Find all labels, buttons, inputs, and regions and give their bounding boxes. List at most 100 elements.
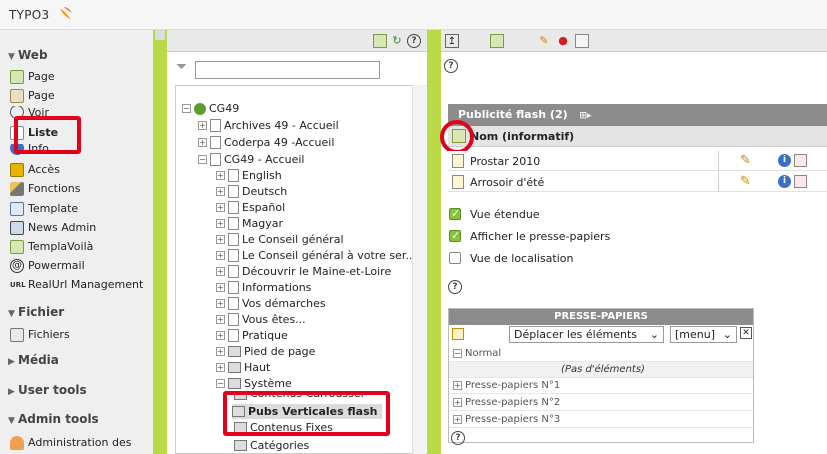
template-icon bbox=[10, 201, 24, 216]
edit-pencil-icon[interactable]: ✎ bbox=[740, 174, 751, 189]
history-icon[interactable] bbox=[794, 175, 807, 188]
table-row[interactable]: Arrosoir d'été ✎ i bbox=[448, 172, 827, 192]
column-header-title[interactable]: Nom (informatif) bbox=[470, 130, 574, 143]
tree-node[interactable]: + Vos démarches bbox=[216, 296, 326, 311]
localization-view-label[interactable]: Vue de localisation bbox=[470, 252, 574, 265]
info-icon[interactable]: i bbox=[778, 154, 791, 167]
clipboard-action-select[interactable]: Déplacer les éléments ⌄ bbox=[509, 326, 664, 343]
tree-node[interactable]: + Archives 49 - Accueil bbox=[198, 118, 339, 133]
tree-node[interactable]: + Vous êtes... bbox=[216, 312, 306, 327]
row-title[interactable]: Arrosoir d'été bbox=[470, 176, 544, 189]
clipboard-menu-select[interactable]: [menu] ⌄ bbox=[670, 326, 737, 343]
tree-node[interactable]: − Système bbox=[216, 376, 292, 391]
tree-node[interactable]: + Haut bbox=[216, 360, 270, 375]
menu-group-media[interactable]: ▶ Média bbox=[8, 353, 59, 367]
show-clipboard-checkbox[interactable] bbox=[449, 229, 461, 242]
refresh-icon[interactable]: ↻ bbox=[390, 34, 404, 48]
tree-node[interactable]: + Pied de page bbox=[216, 344, 315, 359]
menu-group-user-tools[interactable]: ▶ User tools bbox=[8, 383, 87, 397]
new-page-icon[interactable] bbox=[373, 34, 387, 48]
tree-node[interactable]: + Magyar bbox=[216, 216, 283, 231]
tree-node[interactable]: + Español bbox=[216, 200, 285, 215]
menu-group-file[interactable]: ▼ Fichier bbox=[8, 305, 64, 319]
content-divider-scrollbar[interactable] bbox=[427, 30, 441, 454]
record-icon bbox=[452, 154, 464, 168]
filter-icon[interactable]: ⏷ bbox=[176, 59, 187, 75]
export-icon[interactable] bbox=[575, 34, 589, 48]
tree-node[interactable]: + Le Conseil général bbox=[216, 232, 344, 247]
tree-node[interactable]: + Le Conseil général à votre ser... bbox=[216, 248, 416, 263]
module-templavoila[interactable]: TemplaVoilà bbox=[10, 238, 93, 255]
tree-node[interactable]: + Deutsch bbox=[216, 184, 287, 199]
edit-pencil-icon[interactable]: ✎ bbox=[740, 153, 751, 168]
url-icon: URL bbox=[10, 280, 26, 289]
clipboard-pad-2[interactable]: + Presse-papiers N°2 bbox=[449, 395, 753, 411]
help-icon[interactable]: ? bbox=[448, 280, 462, 294]
edit-pencil-icon[interactable]: ✎ bbox=[537, 34, 551, 48]
clipboard-pad-1[interactable]: + Presse-papiers N°1 bbox=[449, 378, 753, 394]
help-icon[interactable]: ? bbox=[444, 59, 458, 73]
folder-icon bbox=[228, 378, 241, 389]
module-realurl[interactable]: URL RealUrl Management bbox=[10, 276, 143, 293]
module-news-admin[interactable]: News Admin bbox=[10, 219, 96, 236]
tree-node[interactable]: − CG49 - Accueil bbox=[198, 152, 304, 167]
clipboard-list-icon[interactable] bbox=[452, 328, 464, 340]
delete-icon[interactable]: ● bbox=[556, 34, 570, 48]
page-icon bbox=[210, 119, 221, 132]
info-icon[interactable]: i bbox=[778, 175, 791, 188]
folder-icon bbox=[234, 440, 247, 451]
up-level-icon[interactable]: ↥ bbox=[445, 34, 459, 48]
module-menu: ▼ Web Page Page Voir Liste Info Accès Fon… bbox=[0, 30, 155, 454]
clipboard-pad-3[interactable]: + Presse-papiers N°3 bbox=[449, 412, 753, 428]
new-record-icon[interactable] bbox=[490, 34, 504, 48]
page-icon bbox=[228, 249, 239, 262]
extended-view-label[interactable]: Vue étendue bbox=[470, 208, 540, 221]
module-files[interactable]: Fichiers bbox=[10, 326, 70, 343]
table-row[interactable]: Prostar 2010 ✎ i bbox=[448, 151, 827, 171]
scrollbar-arrow[interactable] bbox=[155, 30, 165, 40]
menu-group-admin-tools[interactable]: ▼ Admin tools bbox=[8, 412, 99, 426]
module-menu-scrollbar[interactable] bbox=[153, 30, 167, 454]
tree-filter-input[interactable] bbox=[195, 61, 380, 79]
show-clipboard-label[interactable]: Afficher le presse-papiers bbox=[470, 230, 610, 243]
module-access[interactable]: Accès bbox=[10, 161, 60, 178]
help-icon[interactable]: ? bbox=[407, 34, 421, 48]
module-powermail[interactable]: @ Powermail bbox=[10, 257, 85, 274]
page-icon bbox=[228, 169, 239, 182]
tree-node[interactable]: + Pratique bbox=[216, 328, 288, 343]
tree-node[interactable]: + Découvrir le Maine-et-Loire bbox=[216, 264, 391, 279]
shortcut-page-icon bbox=[228, 281, 239, 294]
folder-icon bbox=[10, 327, 24, 342]
typo3-logo[interactable]: TYPO3 bbox=[9, 8, 49, 22]
clipboard-title: PRESSE-PAPIERS bbox=[449, 309, 753, 325]
module-user-admin[interactable]: Administration des bbox=[10, 434, 131, 451]
page-edit-icon bbox=[10, 88, 24, 103]
page-icon bbox=[228, 265, 239, 278]
shortcut-page-icon bbox=[228, 297, 239, 310]
help-icon[interactable]: ? bbox=[451, 431, 465, 445]
localization-view-checkbox[interactable] bbox=[449, 252, 461, 264]
tree-node[interactable]: + Coderpa 49 -Accueil bbox=[198, 135, 334, 150]
page-icon bbox=[228, 217, 239, 230]
close-icon[interactable]: ✕ bbox=[740, 327, 752, 339]
expand-icon[interactable]: ⊞▸ bbox=[579, 111, 591, 121]
tree-node[interactable]: + Informations bbox=[216, 280, 311, 295]
tree-scrollbar[interactable] bbox=[412, 85, 426, 454]
module-template[interactable]: Template bbox=[10, 200, 78, 217]
tree-node-root[interactable]: − CG49 bbox=[182, 101, 239, 116]
menu-group-web[interactable]: ▼ Web bbox=[8, 48, 48, 62]
module-functions[interactable]: Fonctions bbox=[10, 180, 81, 197]
page-icon bbox=[228, 233, 239, 246]
tree-node[interactable]: Catégories bbox=[234, 438, 309, 453]
user-icon bbox=[10, 435, 24, 450]
module-page[interactable]: Page bbox=[10, 68, 55, 85]
table-title: Publicité flash (2) bbox=[458, 108, 568, 121]
extended-view-checkbox[interactable] bbox=[449, 207, 461, 220]
clipboard-normal-row[interactable]: − Normal bbox=[449, 346, 753, 362]
tree-node[interactable]: + English bbox=[216, 168, 282, 183]
history-icon[interactable] bbox=[794, 154, 807, 167]
row-title[interactable]: Prostar 2010 bbox=[470, 155, 540, 168]
module-page-tv[interactable]: Page bbox=[10, 87, 55, 104]
table-title-bar: Publicité flash (2) ⊞▸ bbox=[448, 104, 827, 126]
chevron-down-icon: ⌄ bbox=[649, 328, 659, 341]
